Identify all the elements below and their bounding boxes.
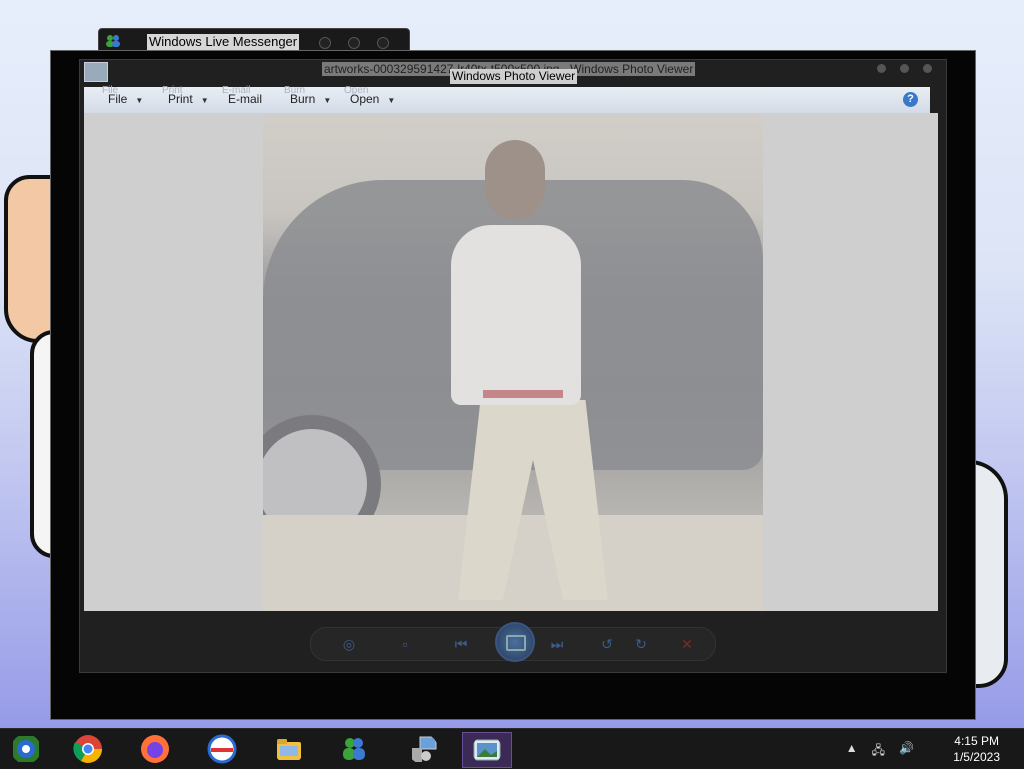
chevron-down-icon: ▼	[387, 96, 396, 105]
clock-date: 1/5/2023	[953, 750, 1000, 764]
taskbar-internet-explorer[interactable]	[198, 732, 246, 766]
messenger-icon	[343, 738, 365, 760]
taskbar-network-setup[interactable]	[399, 732, 447, 766]
previous-icon[interactable]: ⏮	[451, 634, 471, 654]
rotate-right-icon[interactable]: ↻	[631, 634, 651, 654]
system-tray: ▲ 🖧 🔊	[846, 741, 914, 762]
messenger-icon	[106, 35, 120, 47]
taskbar-firefox[interactable]	[131, 732, 179, 766]
menu-open[interactable]: Open Open ▼	[344, 85, 396, 106]
photo-overlay	[263, 115, 763, 611]
photo-viewer-window[interactable]: artworks-000329591427-lr40tx-t500x500.jp…	[50, 50, 976, 720]
chevron-down-icon: ▼	[323, 96, 332, 105]
taskbar-messenger[interactable]	[330, 732, 378, 766]
messenger-title: Windows Live Messenger	[147, 34, 300, 50]
menu-burn[interactable]: Burn Burn ▼	[284, 85, 332, 106]
slideshow-button[interactable]	[495, 622, 535, 662]
firefox-icon	[141, 735, 169, 763]
actual-size-icon[interactable]: ▫	[395, 634, 415, 654]
taskbar-photo-viewer[interactable]	[462, 732, 512, 768]
minimize-icon[interactable]	[319, 37, 331, 49]
chevron-down-icon: ▼	[135, 96, 144, 105]
clock-time: 4:15 PM	[954, 734, 999, 748]
chevron-down-icon: ▼	[200, 96, 209, 105]
rotate-left-icon[interactable]: ↺	[597, 634, 617, 654]
next-icon[interactable]: ⏭	[547, 634, 567, 654]
menu-file[interactable]: File File ▼	[102, 85, 144, 106]
internet-explorer-icon	[207, 734, 237, 764]
taskbar-media-center[interactable]	[2, 732, 50, 766]
folder-icon	[277, 739, 301, 760]
media-center-icon	[13, 736, 39, 762]
window-title-overlay: Windows Photo Viewer	[450, 69, 578, 84]
taskbar: ▲ 🖧 🔊 4:15 PM 1/5/2023	[0, 728, 1024, 769]
playback-controls: ◎ ▫ ⏮ ⏭ ↺ ↻ ✕	[310, 622, 716, 662]
window-buttons	[877, 64, 932, 73]
network-icon[interactable]: 🖧	[872, 741, 885, 762]
help-icon[interactable]: ?	[903, 92, 918, 107]
minimize-icon[interactable]	[877, 64, 886, 73]
image-viewport[interactable]	[84, 113, 938, 611]
zoom-icon[interactable]: ◎	[339, 634, 359, 654]
close-icon[interactable]	[923, 64, 932, 73]
taskbar-chrome[interactable]	[64, 732, 112, 766]
menu-bar: File File ▼ Print Print ▼ E-mail E-mail Bu…	[84, 85, 930, 114]
volume-icon[interactable]: 🔊	[899, 741, 914, 762]
maximize-icon[interactable]	[900, 64, 909, 73]
messenger-window-buttons	[319, 37, 389, 49]
taskbar-explorer[interactable]	[265, 732, 313, 766]
photo-viewer-client: artworks-000329591427-lr40tx-t500x500.jp…	[79, 59, 947, 673]
show-hidden-icons-icon[interactable]: ▲	[846, 741, 858, 762]
network-setup-icon	[412, 736, 437, 762]
maximize-icon[interactable]	[348, 37, 360, 49]
close-icon[interactable]	[377, 37, 389, 49]
menu-print[interactable]: Print Print ▼	[162, 85, 209, 106]
chrome-icon	[73, 735, 102, 763]
photo-viewer-app-icon	[84, 62, 108, 82]
delete-icon[interactable]: ✕	[677, 634, 697, 654]
photo-viewer-titlebar[interactable]: artworks-000329591427-lr40tx-t500x500.jp…	[80, 60, 946, 84]
displayed-photo	[263, 115, 763, 611]
clock[interactable]: 4:15 PM 1/5/2023	[953, 733, 1000, 765]
photo-viewer-icon	[473, 739, 501, 761]
menu-email[interactable]: E-mail E-mail	[222, 85, 262, 106]
